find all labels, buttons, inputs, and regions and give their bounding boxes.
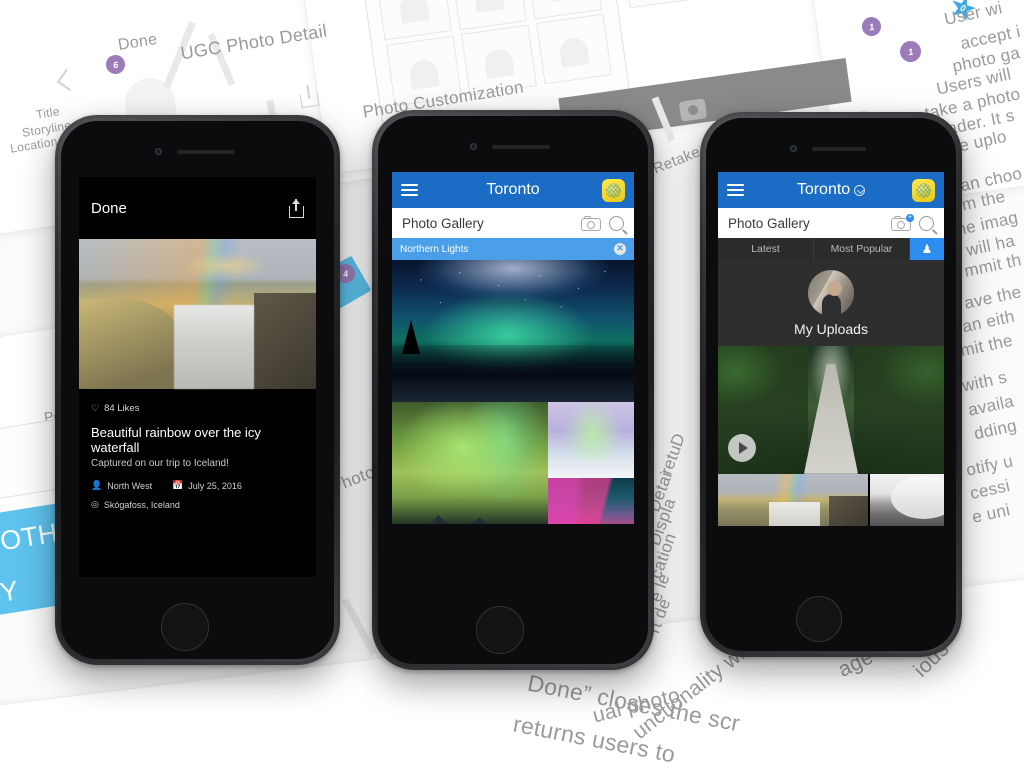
photo-detail-meta: ♡ 84 Likes Beautiful rainbow over the ic… — [79, 389, 316, 518]
badge-label: 1 — [907, 46, 914, 57]
search-tag-label: Northern Lights — [400, 243, 469, 255]
author-date-row: 👤 North West 📅 July 25, 2016 — [91, 480, 304, 491]
person-icon: 👤 — [91, 480, 103, 490]
city-name: Toronto — [796, 181, 851, 198]
search-input[interactable]: Photo Gallery — [402, 216, 573, 231]
phone-device-1: Done ♡ 84 Likes Beautiful rainbow over t… — [55, 115, 340, 665]
camera-add-icon[interactable]: + — [891, 213, 914, 231]
photo-title: Beautiful rainbow over the icy waterfall — [91, 425, 261, 455]
note-line: with s — [960, 367, 1009, 396]
home-button[interactable] — [161, 603, 209, 651]
clear-x-icon[interactable]: ✕ — [614, 243, 626, 255]
note-line: dding — [972, 415, 1019, 444]
profile-header: My Uploads — [718, 260, 944, 346]
photo-tile-aurora-lake[interactable] — [392, 260, 634, 402]
front-camera-dot — [155, 148, 162, 155]
note-line: ave the — [962, 282, 1024, 313]
author-cell: 👤 North West — [91, 480, 152, 491]
earpiece-speaker — [177, 150, 235, 154]
likes-row: ♡ 84 Likes — [91, 403, 304, 414]
earpiece-speaker — [492, 145, 550, 149]
person-icon: ♟ — [921, 242, 933, 256]
camera-add-badge: + — [906, 213, 914, 222]
nav-title: Toronto — [392, 181, 634, 199]
phone-3-searchbar[interactable]: Photo Gallery + — [718, 208, 944, 238]
heart-icon: ♡ — [91, 403, 100, 413]
uploads-grid-row — [718, 474, 944, 526]
photo-tile-aurora-pink[interactable] — [548, 478, 634, 524]
phone-2-screen: Toronto Photo Gallery Northern Lights ✕ — [392, 172, 634, 524]
wireframe-label-retake: Retake — [650, 143, 703, 178]
hamburger-icon[interactable] — [401, 181, 418, 199]
photo-date: July 25, 2016 — [188, 480, 242, 491]
phone-3-body: Toronto Photo Gallery + Latest Most Popu… — [706, 118, 956, 651]
phone-device-3: Toronto Photo Gallery + Latest Most Popu… — [700, 112, 962, 657]
photo-location: Skógafoss, Iceland — [103, 499, 180, 510]
done-button[interactable]: Done — [91, 200, 127, 217]
home-button[interactable] — [796, 596, 842, 642]
play-icon[interactable] — [728, 434, 756, 462]
photo-subtitle: Captured on our trip to Iceland! — [91, 458, 229, 469]
photo-grid-row — [392, 402, 634, 524]
phone-1-topbar: Done — [79, 177, 316, 239]
app-logo-icon[interactable] — [912, 178, 935, 202]
search-icon[interactable] — [609, 215, 624, 231]
active-search-tag[interactable]: Northern Lights ✕ — [392, 238, 634, 260]
city-name: Toronto — [486, 181, 540, 198]
retake-camera-icon — [678, 98, 708, 122]
photo-tile-waterfall[interactable] — [718, 474, 868, 526]
nav-title[interactable]: Toronto — [718, 181, 944, 199]
phone-2-searchbar[interactable]: Photo Gallery — [392, 208, 634, 238]
photo-tile-bw[interactable] — [870, 474, 944, 526]
badge-label: 1 — [868, 21, 875, 32]
scene-root: ANOTHER PY Done UGC Photo Detail Title S… — [0, 0, 1024, 768]
front-camera-dot — [790, 145, 797, 152]
phone-3-screen: Toronto Photo Gallery + Latest Most Popu… — [718, 172, 944, 526]
my-uploads-label: My Uploads — [794, 321, 868, 337]
avatar[interactable] — [808, 270, 854, 316]
camera-icon[interactable] — [581, 215, 601, 231]
photo-grid — [392, 260, 634, 524]
author-name: North West — [107, 480, 153, 491]
tab-latest[interactable]: Latest — [718, 238, 814, 260]
search-icon[interactable] — [919, 215, 934, 231]
search-input[interactable]: Photo Gallery — [728, 216, 883, 231]
phone-2-navbar: Toronto — [392, 172, 634, 208]
wireframe-person-silhouette — [398, 0, 430, 24]
app-logo-icon[interactable] — [602, 178, 625, 202]
pin-icon: ◎ — [91, 499, 99, 509]
phone-2-body: Toronto Photo Gallery Northern Lights ✕ — [378, 116, 648, 664]
calendar-icon: 📅 — [172, 480, 184, 490]
tab-most-popular[interactable]: Most Popular — [814, 238, 910, 260]
badge-label: 6 — [112, 59, 119, 70]
phone-1-screen: Done ♡ 84 Likes Beautiful rainbow over t… — [79, 177, 316, 577]
phone-device-2: Toronto Photo Gallery Northern Lights ✕ — [372, 110, 654, 670]
earpiece-speaker — [812, 147, 866, 151]
tab-my-uploads[interactable]: ♟ — [910, 238, 944, 260]
hamburger-icon[interactable] — [727, 181, 744, 199]
home-button[interactable] — [476, 606, 524, 654]
badge-label: 4 — [342, 268, 349, 279]
photo-grid-col — [548, 402, 634, 524]
photo-tile-jungle-video[interactable] — [718, 346, 944, 474]
photo-tile-aurora-snow[interactable] — [548, 402, 634, 478]
phone-1-body: Done ♡ 84 Likes Beautiful rainbow over t… — [61, 121, 334, 659]
front-camera-dot — [470, 143, 477, 150]
photo-detail-image[interactable] — [79, 239, 316, 389]
note-line: e uni — [970, 500, 1012, 527]
likes-count: 84 Likes — [104, 403, 140, 414]
share-icon[interactable] — [289, 198, 304, 218]
phone-3-navbar: Toronto — [718, 172, 944, 208]
photo-tile-aurora-mountain[interactable] — [392, 402, 548, 524]
uploads-grid — [718, 346, 944, 526]
wireframe-share-icon — [298, 84, 320, 109]
location-cell: ◎ Skógafoss, Iceland — [91, 499, 304, 510]
date-cell: 📅 July 25, 2016 — [172, 480, 242, 491]
chevron-down-icon[interactable] — [854, 184, 866, 196]
gallery-tabs: Latest Most Popular ♟ — [718, 238, 944, 260]
